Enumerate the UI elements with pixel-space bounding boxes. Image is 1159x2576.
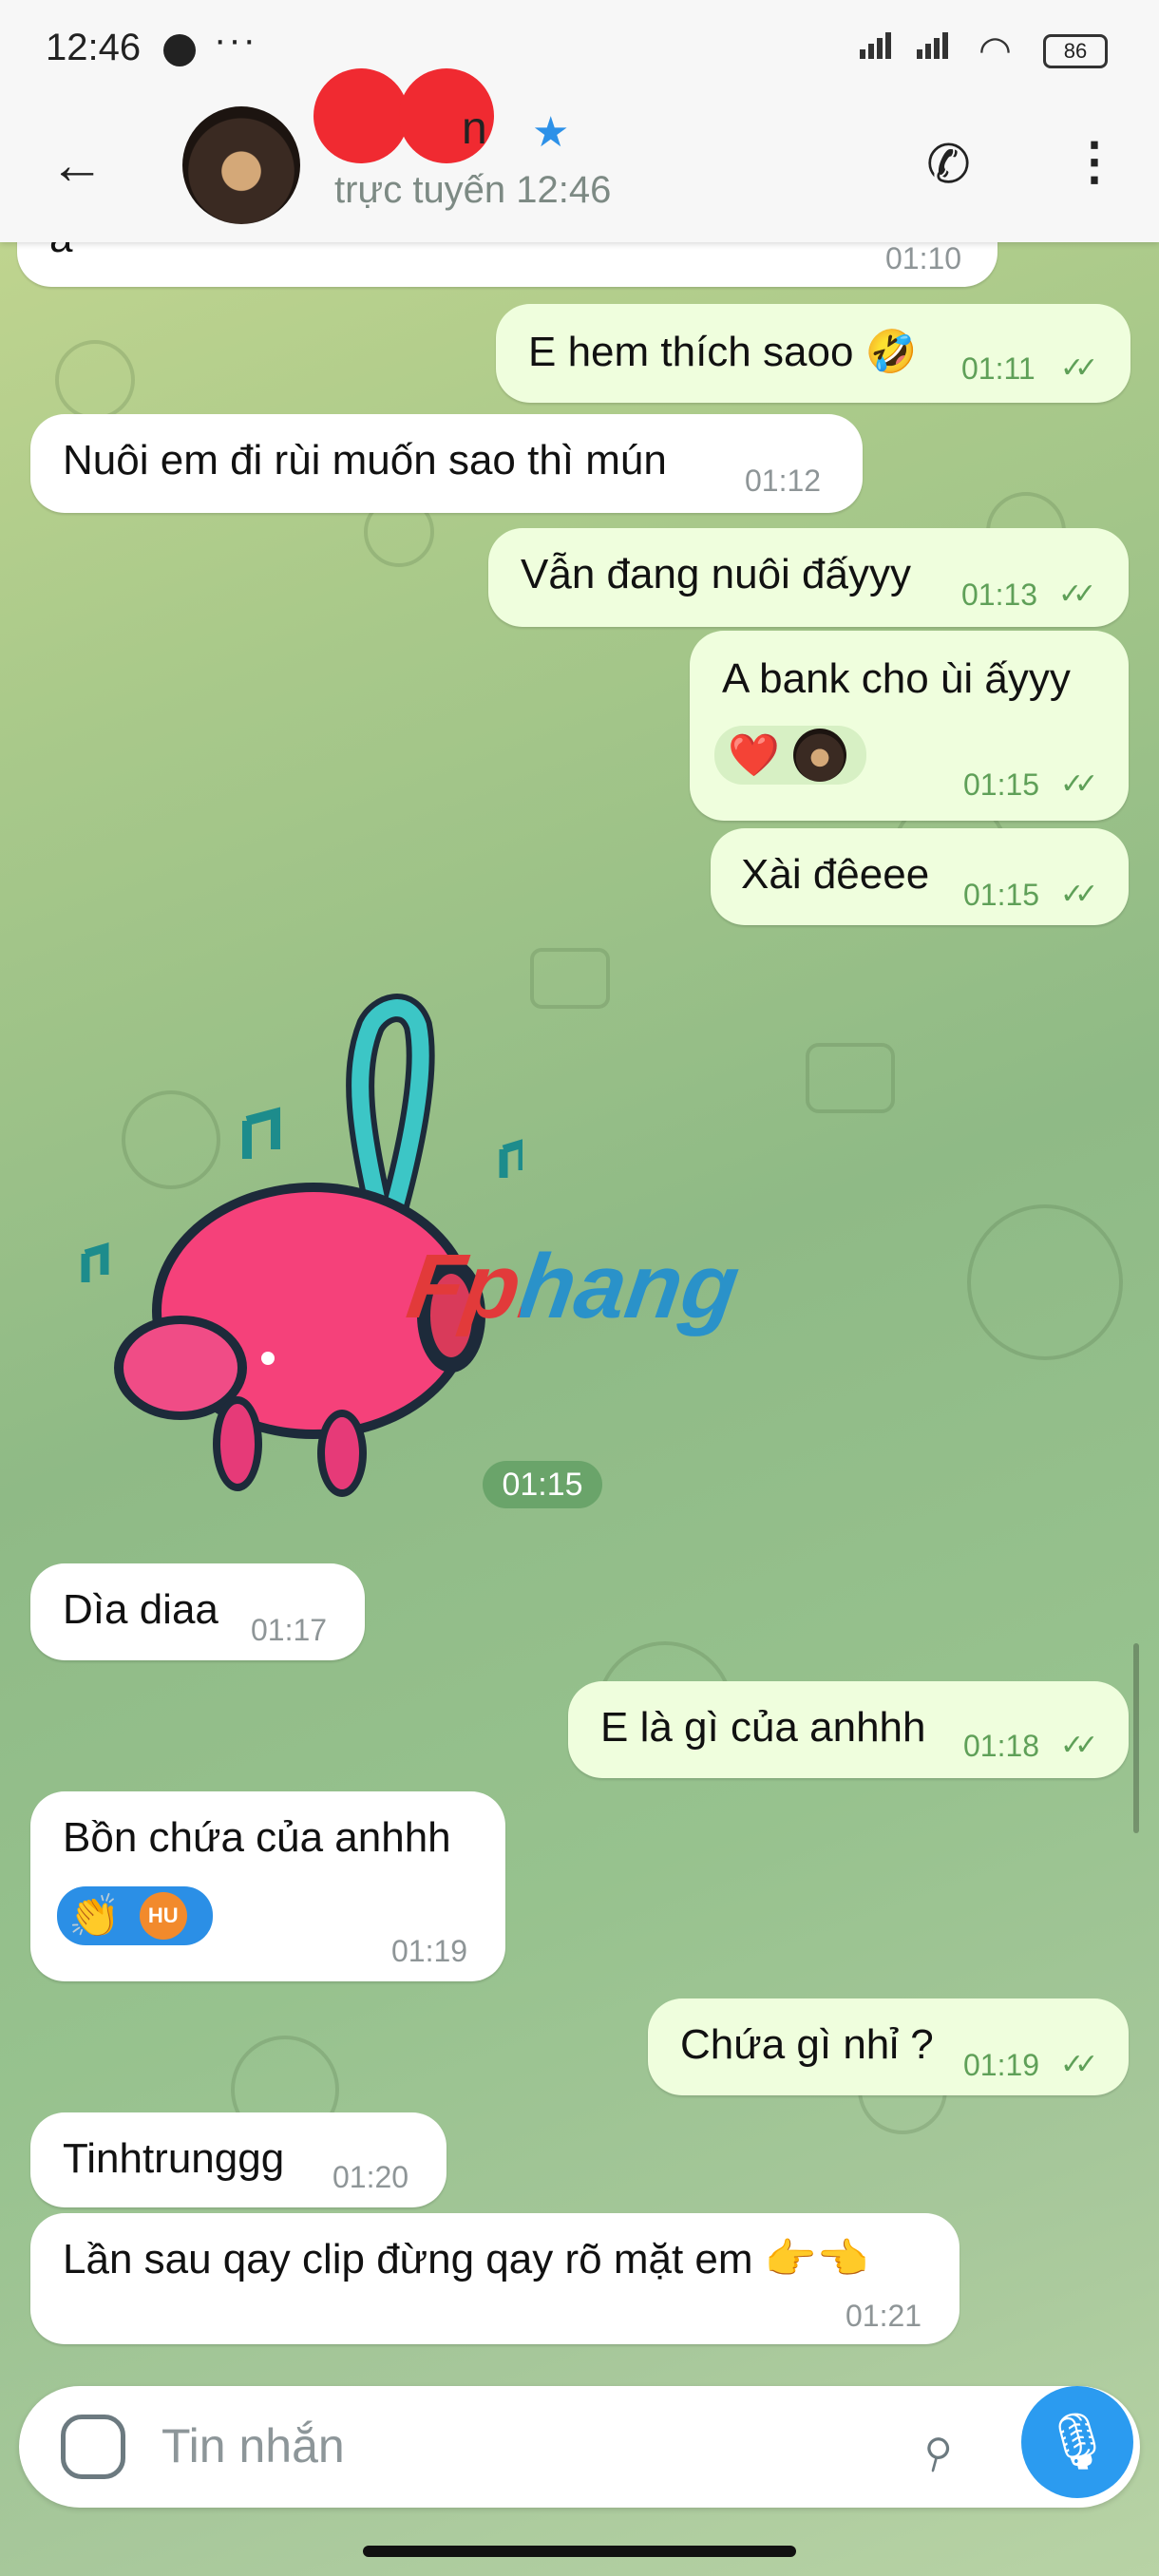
message-time: 01:15	[963, 878, 1040, 912]
status-bar: 12:46 ··· ◠ 86	[0, 0, 1159, 100]
attachment-icon[interactable]: ⌕	[903, 2405, 972, 2488]
message-text: Vẫn đang nuôi đấyyy	[521, 551, 911, 597]
contact-name[interactable]: n	[462, 103, 487, 155]
message-bubble[interactable]: E là gì của anhhh 01:18 ✓✓	[568, 1681, 1129, 1778]
message-text: E hem thích saoo 🤣	[528, 329, 918, 375]
messenger-notification-icon	[163, 34, 196, 66]
signal-icon	[860, 32, 894, 59]
message-bubble[interactable]: A bank cho ùi ấyyy ❤️ 01:15 ✓✓	[690, 631, 1129, 821]
wifi-icon: ◠	[978, 29, 1012, 71]
sticker-time: 01:15	[483, 1461, 602, 1508]
status-time: 12:46	[46, 27, 142, 68]
message-bubble[interactable]: Bồn chứa của anhhh 👏 HU 01:19	[30, 1791, 505, 1981]
message-text: Nuôi em đi rùi muốn sao thì mún	[63, 437, 667, 483]
message-composer[interactable]: Tin nhắn ⌕	[19, 2386, 1140, 2508]
message-time: 01:11	[961, 351, 1036, 386]
message-time: 01:13	[961, 578, 1038, 612]
clap-reaction-icon: 👏	[68, 1893, 121, 1940]
message-bubble[interactable]: Dìa diaa 01:17	[30, 1563, 365, 1660]
read-checkmark-icon: ✓✓	[1060, 1730, 1098, 1761]
message-bubble[interactable]: Tinhtrunggg 01:20	[30, 2112, 446, 2207]
read-checkmark-icon: ✓✓	[1060, 352, 1098, 384]
message-text: Tinhtrunggg	[63, 2135, 285, 2182]
message-text: Bồn chứa của anhhh	[63, 1814, 451, 1861]
message-bubble[interactable]: Lần sau qay clip đừng qay rõ mặt em 👉👈 0…	[30, 2213, 960, 2344]
microphone-button[interactable]: 🎙	[1021, 2386, 1133, 2498]
message-time: 01:19	[391, 1934, 468, 1968]
premium-star-icon: ★	[532, 109, 570, 156]
phone-call-icon[interactable]: ✆	[926, 133, 971, 196]
read-checkmark-icon: ✓✓	[1060, 879, 1098, 910]
message-text: Dìa diaa	[63, 1586, 218, 1633]
message-bubble[interactable]: Nuôi em đi rùi muốn sao thì mún 01:12	[30, 414, 863, 513]
message-bubble[interactable]: Xài đêeee 01:15 ✓✓	[711, 828, 1129, 925]
reactor-avatar	[792, 729, 846, 782]
app-header: 12:46 ··· ◠ 86 ← n ★ trực tuyến 12:46 ✆ …	[0, 0, 1159, 242]
message-text: Lần sau qay clip đừng qay rõ mặt em 👉👈	[63, 2236, 869, 2282]
message-text: A bank cho ùi ấyyy	[722, 655, 1071, 702]
battery-icon: 86	[1043, 34, 1108, 68]
message-time: 01:17	[251, 1613, 328, 1647]
message-text: E là gì của anhhh	[600, 1704, 926, 1751]
message-time: 01:20	[332, 2160, 409, 2194]
presence-status: trực tuyến 12:46	[334, 169, 612, 211]
home-indicator[interactable]	[363, 2546, 796, 2557]
reactor-avatar: HU	[139, 1892, 187, 1940]
message-time: 01:19	[963, 2048, 1040, 2082]
scrollbar[interactable]	[1133, 1643, 1139, 1833]
message-text: Xài đêeee	[741, 851, 930, 898]
message-time: 01:21	[846, 2299, 922, 2333]
read-checkmark-icon: ✓✓	[1060, 768, 1098, 800]
read-checkmark-icon: ✓✓	[1060, 2049, 1098, 2080]
message-time: 01:10	[885, 241, 962, 275]
message-bubble[interactable]: Vẫn đang nuôi đấyyy 01:13 ✓✓	[488, 528, 1129, 627]
sticker-emoji-icon[interactable]	[61, 2415, 125, 2479]
more-notifications-icon: ···	[214, 19, 257, 61]
message-bubble[interactable]: E hem thích saoo 🤣 01:11 ✓✓	[496, 304, 1130, 403]
signal-icon-2	[917, 32, 951, 59]
watermark-logo: Fphang	[401, 1236, 746, 1337]
message-time: 01:15	[963, 767, 1040, 802]
message-input[interactable]: Tin nhắn	[162, 2418, 345, 2473]
message-text: Chứa gì nhỉ ?	[680, 2021, 934, 2068]
message-time: 01:12	[745, 464, 822, 498]
message-time: 01:18	[963, 1729, 1040, 1763]
back-arrow-icon[interactable]: ←	[49, 133, 104, 197]
heart-reaction-icon: ❤️	[728, 732, 780, 779]
read-checkmark-icon: ✓✓	[1058, 578, 1096, 610]
reaction-chip[interactable]: ❤️	[714, 726, 866, 785]
avatar[interactable]	[182, 106, 300, 224]
reaction-chip[interactable]: 👏 HU	[57, 1886, 213, 1945]
message-bubble[interactable]: Chứa gì nhỉ ? 01:19 ✓✓	[648, 1998, 1129, 2095]
more-options-icon[interactable]: ⋮	[1069, 131, 1120, 191]
